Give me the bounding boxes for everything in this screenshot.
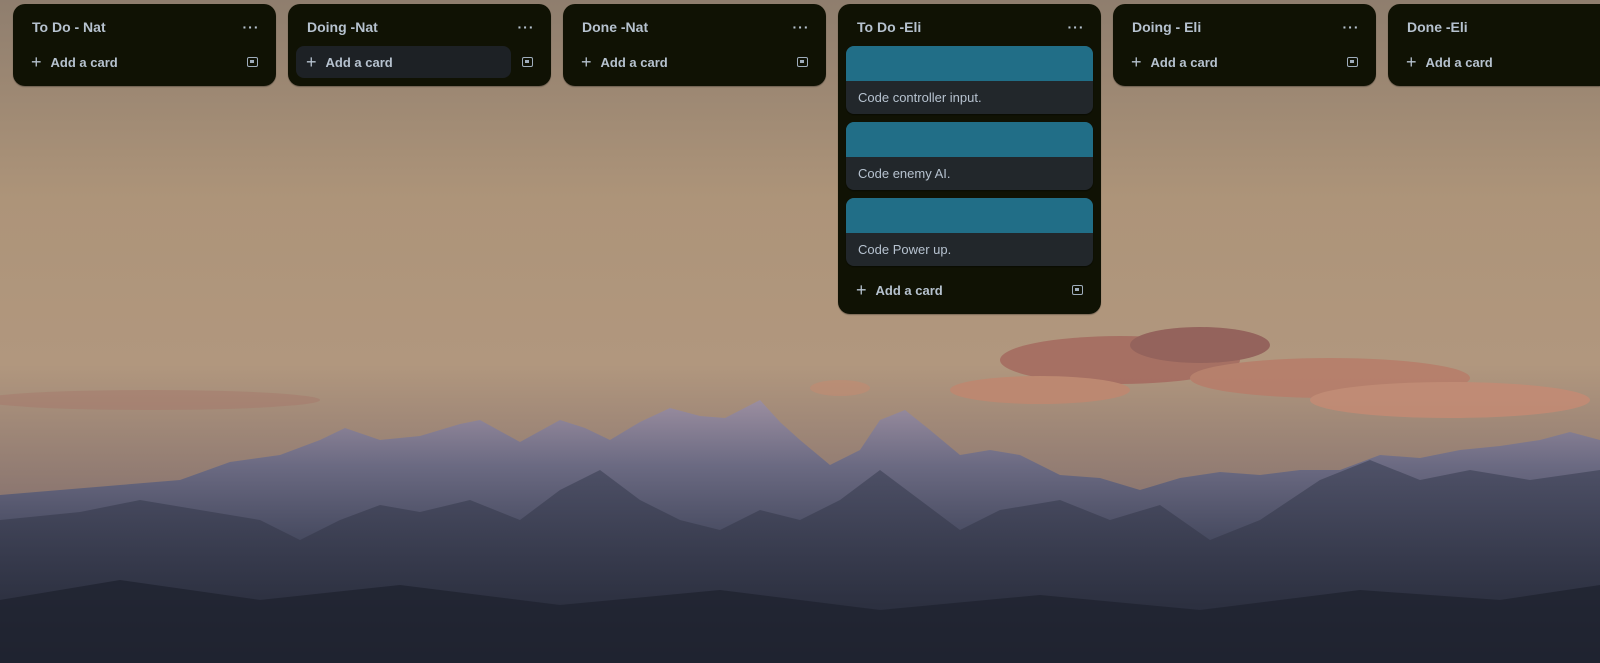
card-template-icon (521, 57, 533, 67)
create-from-template-button[interactable] (1336, 46, 1368, 78)
add-card-button[interactable]: + Add a card (846, 274, 1061, 306)
list-header[interactable]: Doing - Eli ··· (1121, 12, 1368, 42)
list-footer: + Add a card (21, 46, 268, 78)
add-card-button[interactable]: + Add a card (21, 46, 236, 78)
list-to-do-eli: To Do -Eli ··· Code controller input. Co… (838, 4, 1101, 314)
card-template-icon (1071, 285, 1083, 295)
add-card-button[interactable]: + Add a card (296, 46, 511, 78)
card-title: Code Power up. (858, 242, 952, 257)
plus-icon: + (1406, 52, 1417, 72)
list-done-eli: Done -Eli + Add a card (1388, 4, 1600, 86)
add-card-label: Add a card (325, 54, 393, 70)
add-card-label: Add a card (50, 54, 118, 70)
ellipsis-icon[interactable]: ··· (1063, 14, 1089, 40)
ellipsis-icon[interactable]: ··· (513, 14, 539, 40)
card-title: Code enemy AI. (858, 166, 951, 181)
list-header[interactable]: Done -Nat ··· (571, 12, 818, 42)
plus-icon: + (1131, 52, 1142, 72)
list-title[interactable]: Doing -Nat (307, 19, 378, 35)
list-footer: + Add a card (1121, 46, 1368, 78)
card-cover (846, 198, 1093, 233)
card-cover (846, 46, 1093, 81)
add-card-label: Add a card (600, 54, 668, 70)
card-cover (846, 122, 1093, 157)
plus-icon: + (856, 280, 867, 300)
card-title: Code controller input. (858, 90, 982, 105)
create-from-template-button[interactable] (1061, 274, 1093, 306)
list-title[interactable]: To Do - Nat (32, 19, 106, 35)
create-from-template-button[interactable] (236, 46, 268, 78)
list-footer: + Add a card (846, 274, 1093, 306)
add-card-button[interactable]: + Add a card (1121, 46, 1336, 78)
plus-icon: + (31, 52, 42, 72)
list-header[interactable]: Done -Eli (1396, 12, 1592, 42)
plus-icon: + (581, 52, 592, 72)
list-doing-nat: Doing -Nat ··· + Add a card (288, 4, 551, 86)
card[interactable]: Code controller input. (846, 46, 1093, 114)
ellipsis-icon[interactable]: ··· (1338, 14, 1364, 40)
list-doing-eli: Doing - Eli ··· + Add a card (1113, 4, 1376, 86)
list-title[interactable]: Done -Eli (1407, 19, 1468, 35)
card[interactable]: Code enemy AI. (846, 122, 1093, 190)
card-template-icon (1346, 57, 1358, 67)
create-from-template-button[interactable] (786, 46, 818, 78)
plus-icon: + (306, 52, 317, 72)
list-header[interactable]: Doing -Nat ··· (296, 12, 543, 42)
card-list: Code controller input. Code enemy AI. Co… (846, 42, 1093, 266)
list-footer: + Add a card (296, 46, 543, 78)
ellipsis-icon[interactable]: ··· (788, 14, 814, 40)
board: To Do - Nat ··· + Add a card Doing -Nat … (0, 0, 1600, 663)
list-footer: + Add a card (1396, 46, 1592, 78)
add-card-button[interactable]: + Add a card (1396, 46, 1592, 78)
list-footer: + Add a card (571, 46, 818, 78)
add-card-label: Add a card (1150, 54, 1218, 70)
list-title[interactable]: Doing - Eli (1132, 19, 1201, 35)
list-to-do-nat: To Do - Nat ··· + Add a card (13, 4, 276, 86)
card-template-icon (246, 57, 258, 67)
card-template-icon (796, 57, 808, 67)
add-card-label: Add a card (875, 282, 943, 298)
list-header[interactable]: To Do -Eli ··· (846, 12, 1093, 42)
add-card-label: Add a card (1425, 54, 1493, 70)
ellipsis-icon[interactable]: ··· (238, 14, 264, 40)
add-card-button[interactable]: + Add a card (571, 46, 786, 78)
list-title[interactable]: Done -Nat (582, 19, 648, 35)
list-title[interactable]: To Do -Eli (857, 19, 921, 35)
card[interactable]: Code Power up. (846, 198, 1093, 266)
list-header[interactable]: To Do - Nat ··· (21, 12, 268, 42)
create-from-template-button[interactable] (511, 46, 543, 78)
list-done-nat: Done -Nat ··· + Add a card (563, 4, 826, 86)
